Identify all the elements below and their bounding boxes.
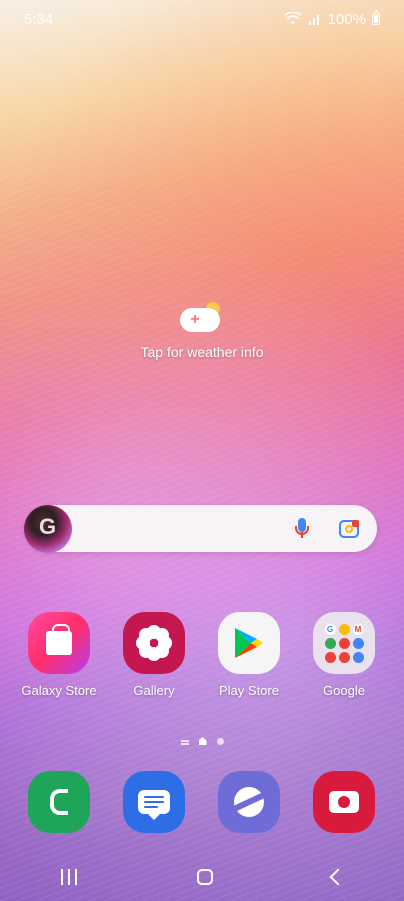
battery-icon [372, 10, 380, 25]
menu-icon[interactable] [180, 740, 189, 742]
app-galaxy-store[interactable]: Galaxy Store [14, 612, 104, 698]
app-google-folder[interactable]: G M Google [299, 612, 389, 698]
google-avatar-icon[interactable] [24, 504, 72, 553]
home-page-icon[interactable] [198, 737, 207, 745]
back-icon[interactable] [329, 868, 347, 886]
app-label: Play Store [219, 683, 279, 698]
battery-percent: 100% [327, 10, 366, 28]
wifi-icon [284, 12, 302, 24]
signal-icon [308, 15, 319, 25]
app-label: Google [323, 683, 365, 698]
status-time: 5:34 [24, 10, 54, 28]
page-indicator[interactable] [0, 737, 404, 745]
wallpaper-streaks [0, 0, 404, 901]
weather-widget[interactable]: + Tap for weather info [0, 302, 404, 360]
app-label: Galaxy Store [21, 683, 97, 698]
app-gallery[interactable]: Gallery [109, 612, 199, 698]
page-dot[interactable] [216, 737, 224, 745]
recent-apps-icon[interactable] [60, 869, 78, 885]
mic-icon[interactable] [293, 517, 311, 540]
weather-label[interactable]: Tap for weather info [0, 344, 404, 360]
google-search-bar[interactable] [24, 504, 377, 553]
internet-icon[interactable] [218, 771, 280, 833]
status-bar: 5:34 100% [0, 0, 404, 38]
google-folder-icon[interactable]: G M [313, 612, 375, 674]
messages-icon[interactable] [123, 771, 185, 833]
gallery-icon[interactable] [123, 612, 185, 674]
weather-add-icon[interactable]: + [180, 302, 224, 334]
home-icon[interactable] [196, 869, 213, 885]
phone-icon[interactable] [28, 771, 90, 833]
app-label: Gallery [133, 683, 175, 698]
camera-icon[interactable] [313, 771, 375, 833]
status-icons: 100% [284, 10, 380, 28]
navigation-bar [0, 853, 404, 901]
play-store-icon[interactable] [218, 612, 280, 674]
google-lens-icon[interactable] [339, 519, 359, 538]
galaxy-store-icon[interactable] [28, 612, 90, 674]
app-play-store[interactable]: Play Store [204, 612, 294, 698]
